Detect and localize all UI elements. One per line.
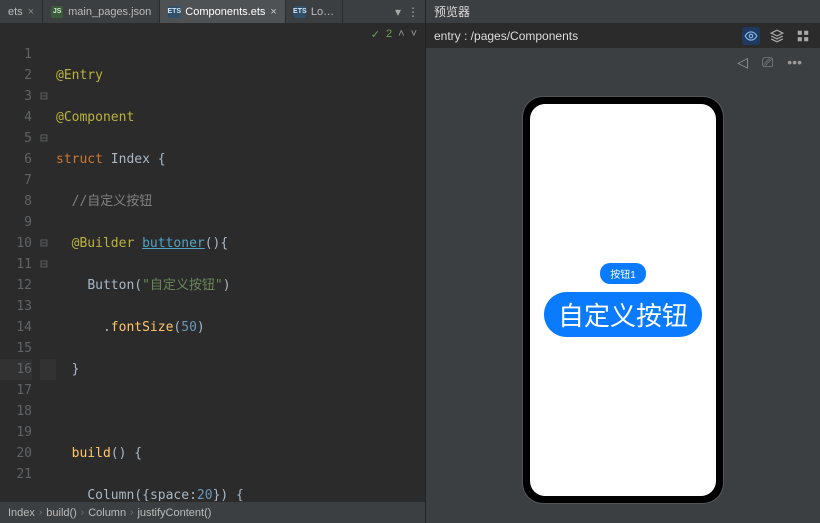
tab-bar: ets × JS main_pages.json ETS Components.…	[0, 0, 425, 24]
line-number: 21	[0, 464, 32, 485]
tab-overflow-controls: ▾ ⋮	[389, 0, 425, 23]
close-icon[interactable]: ×	[270, 6, 276, 18]
line-number: 19	[0, 422, 32, 443]
line-number: 8	[0, 191, 32, 212]
breadcrumb-item[interactable]: justifyContent()	[137, 507, 211, 519]
back-icon[interactable]: ◁	[737, 54, 748, 71]
code-content[interactable]: @Entry @Component struct Index { //自定义按钮…	[56, 44, 425, 501]
line-number: 1	[0, 44, 32, 65]
entry-path-label: entry : /pages/Components	[434, 29, 578, 43]
breadcrumb-item[interactable]: Index	[8, 507, 35, 519]
breadcrumb: Index › build() › Column › justifyConten…	[0, 501, 425, 523]
preview-stage: 按钮1 自定义按钮	[426, 76, 820, 523]
line-number: 3	[0, 86, 32, 107]
check-count: 2	[386, 28, 392, 40]
line-number: 15	[0, 338, 32, 359]
preview-panel: 预览器 entry : /pages/Components ◁ ⎚ ••• 按钮…	[425, 0, 820, 523]
layout-icon[interactable]: ⎚	[762, 54, 773, 71]
line-number: 2	[0, 65, 32, 86]
line-number: 17	[0, 380, 32, 401]
fold-gutter[interactable]: ⊟ ⊟ ⊟⊟	[40, 44, 56, 501]
ets-file-icon: ETS	[294, 6, 306, 18]
tab-overflow-left[interactable]: ets ×	[0, 0, 43, 23]
check-icon: ✓	[371, 28, 380, 41]
tab-lo-label: Lo…	[311, 6, 334, 18]
line-number: 16	[0, 359, 32, 380]
preview-header: entry : /pages/Components	[426, 24, 820, 48]
line-number: 11	[0, 254, 32, 275]
preview-subbar: ◁ ⎚ •••	[426, 48, 820, 76]
line-number: 10	[0, 233, 32, 254]
code-inspections-bar: ✓ 2 ˄ ˅	[0, 24, 425, 44]
close-icon[interactable]: ×	[28, 6, 34, 18]
line-number: 18	[0, 401, 32, 422]
layers-icon[interactable]	[768, 27, 786, 45]
breadcrumb-sep: ›	[130, 507, 133, 518]
line-number: 5	[0, 128, 32, 149]
breadcrumb-item[interactable]: build()	[46, 507, 77, 519]
tab-components-label: Components.ets	[185, 6, 265, 18]
inspect-icon[interactable]	[742, 27, 760, 45]
prev-highlight-icon[interactable]: ˄	[398, 28, 404, 40]
phone-frame: 按钮1 自定义按钮	[523, 97, 723, 503]
breadcrumb-item[interactable]: Column	[88, 507, 126, 519]
line-number: 20	[0, 443, 32, 464]
line-number: 7	[0, 170, 32, 191]
line-number: 14	[0, 317, 32, 338]
line-number: 9	[0, 212, 32, 233]
more-icon[interactable]: •••	[787, 54, 802, 70]
line-number-gutter: 1 2 3 4 5 6 7 8 9 10 11 12 13 14 15 16 1…	[0, 44, 40, 501]
preview-button-big[interactable]: 自定义按钮	[544, 292, 702, 337]
grid-icon[interactable]	[794, 27, 812, 45]
breadcrumb-sep: ›	[39, 507, 42, 518]
tab-dropdown-icon[interactable]: ▾	[395, 5, 401, 19]
tab-main-pages[interactable]: JS main_pages.json	[43, 0, 160, 23]
tab-overflow-left-label: ets	[8, 6, 23, 18]
line-number: 4	[0, 107, 32, 128]
tab-main-pages-label: main_pages.json	[68, 6, 151, 18]
phone-screen: 按钮1 自定义按钮	[530, 104, 716, 496]
code-editor[interactable]: 1 2 3 4 5 6 7 8 9 10 11 12 13 14 15 16 1…	[0, 44, 425, 501]
line-number: 6	[0, 149, 32, 170]
line-number: 12	[0, 275, 32, 296]
breadcrumb-sep: ›	[81, 507, 84, 518]
json-file-icon: JS	[51, 6, 63, 18]
tab-more-icon[interactable]: ⋮	[407, 5, 419, 19]
ets-file-icon: ETS	[168, 6, 180, 18]
preview-button-small[interactable]: 按钮1	[600, 263, 646, 284]
tab-components[interactable]: ETS Components.ets ×	[160, 0, 286, 23]
tab-lo[interactable]: ETS Lo…	[286, 0, 343, 23]
line-number: 13	[0, 296, 32, 317]
next-highlight-icon[interactable]: ˅	[411, 28, 417, 40]
editor-panel: ets × JS main_pages.json ETS Components.…	[0, 0, 425, 523]
preview-title-bar: 预览器	[426, 0, 820, 24]
preview-title: 预览器	[434, 3, 470, 20]
